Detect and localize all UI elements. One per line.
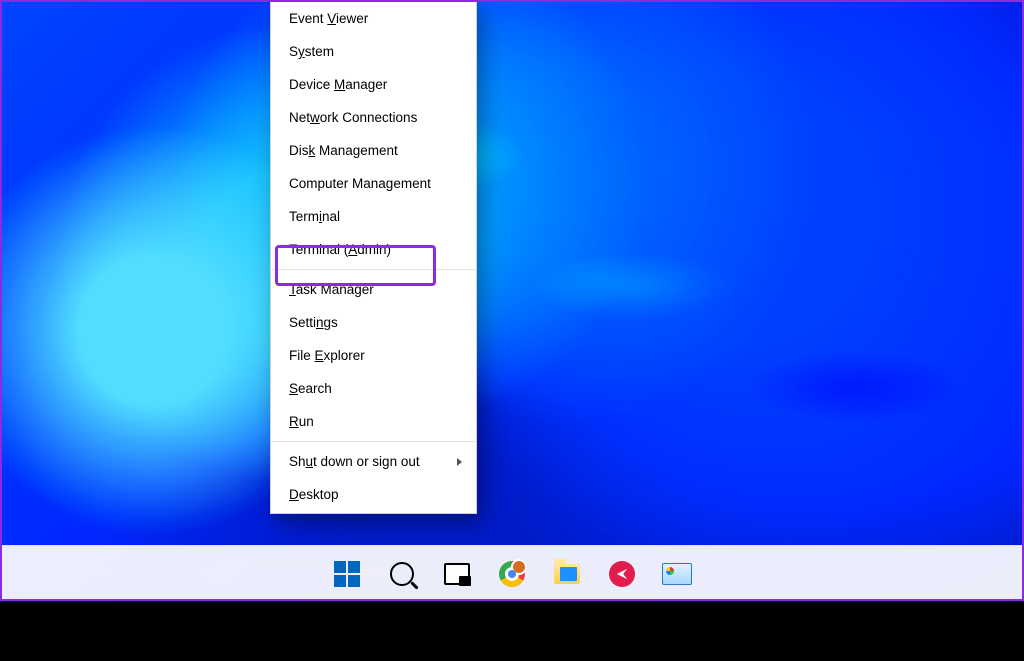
start-context-menu: Event ViewerSystemDevice ManagerNetwork …	[270, 0, 477, 514]
search-icon	[390, 562, 414, 586]
menu-item-desktop[interactable]: Desktop	[271, 478, 476, 511]
menu-item-search[interactable]: Search	[271, 372, 476, 405]
taskbar-app-chrome[interactable]	[491, 553, 533, 595]
start-button[interactable]	[326, 553, 368, 595]
menu-item-file-explorer[interactable]: File Explorer	[271, 339, 476, 372]
folder-icon	[554, 564, 580, 584]
taskbar	[0, 545, 1024, 601]
send-icon	[609, 561, 635, 587]
menu-item-settings[interactable]: Settings	[271, 306, 476, 339]
chrome-icon	[499, 561, 525, 587]
desktop-wallpaper	[0, 0, 1024, 601]
windows-logo-icon	[334, 561, 360, 587]
task-view-button[interactable]	[436, 553, 478, 595]
search-button[interactable]	[381, 553, 423, 595]
menu-item-disk-management[interactable]: Disk Management	[271, 134, 476, 167]
menu-item-network-connections[interactable]: Network Connections	[271, 101, 476, 134]
menu-separator	[271, 269, 476, 270]
taskbar-app-file-explorer[interactable]	[546, 553, 588, 595]
menu-item-computer-management[interactable]: Computer Management	[271, 167, 476, 200]
menu-item-terminal-admin[interactable]: Terminal (Admin)	[271, 233, 476, 266]
menu-item-terminal[interactable]: Terminal	[271, 200, 476, 233]
notification-badge-icon	[511, 559, 527, 575]
menu-item-run[interactable]: Run	[271, 405, 476, 438]
taskbar-app-red[interactable]	[601, 553, 643, 595]
menu-item-event-viewer[interactable]: Event Viewer	[271, 2, 476, 35]
control-panel-icon	[662, 563, 692, 585]
menu-separator	[271, 441, 476, 442]
menu-item-shut-down-or-sign-out[interactable]: Shut down or sign out	[271, 445, 476, 478]
menu-item-task-manager[interactable]: Task Manager	[271, 273, 476, 306]
menu-item-device-manager[interactable]: Device Manager	[271, 68, 476, 101]
menu-item-system[interactable]: System	[271, 35, 476, 68]
taskbar-app-control-panel[interactable]	[656, 553, 698, 595]
task-view-icon	[444, 563, 470, 585]
